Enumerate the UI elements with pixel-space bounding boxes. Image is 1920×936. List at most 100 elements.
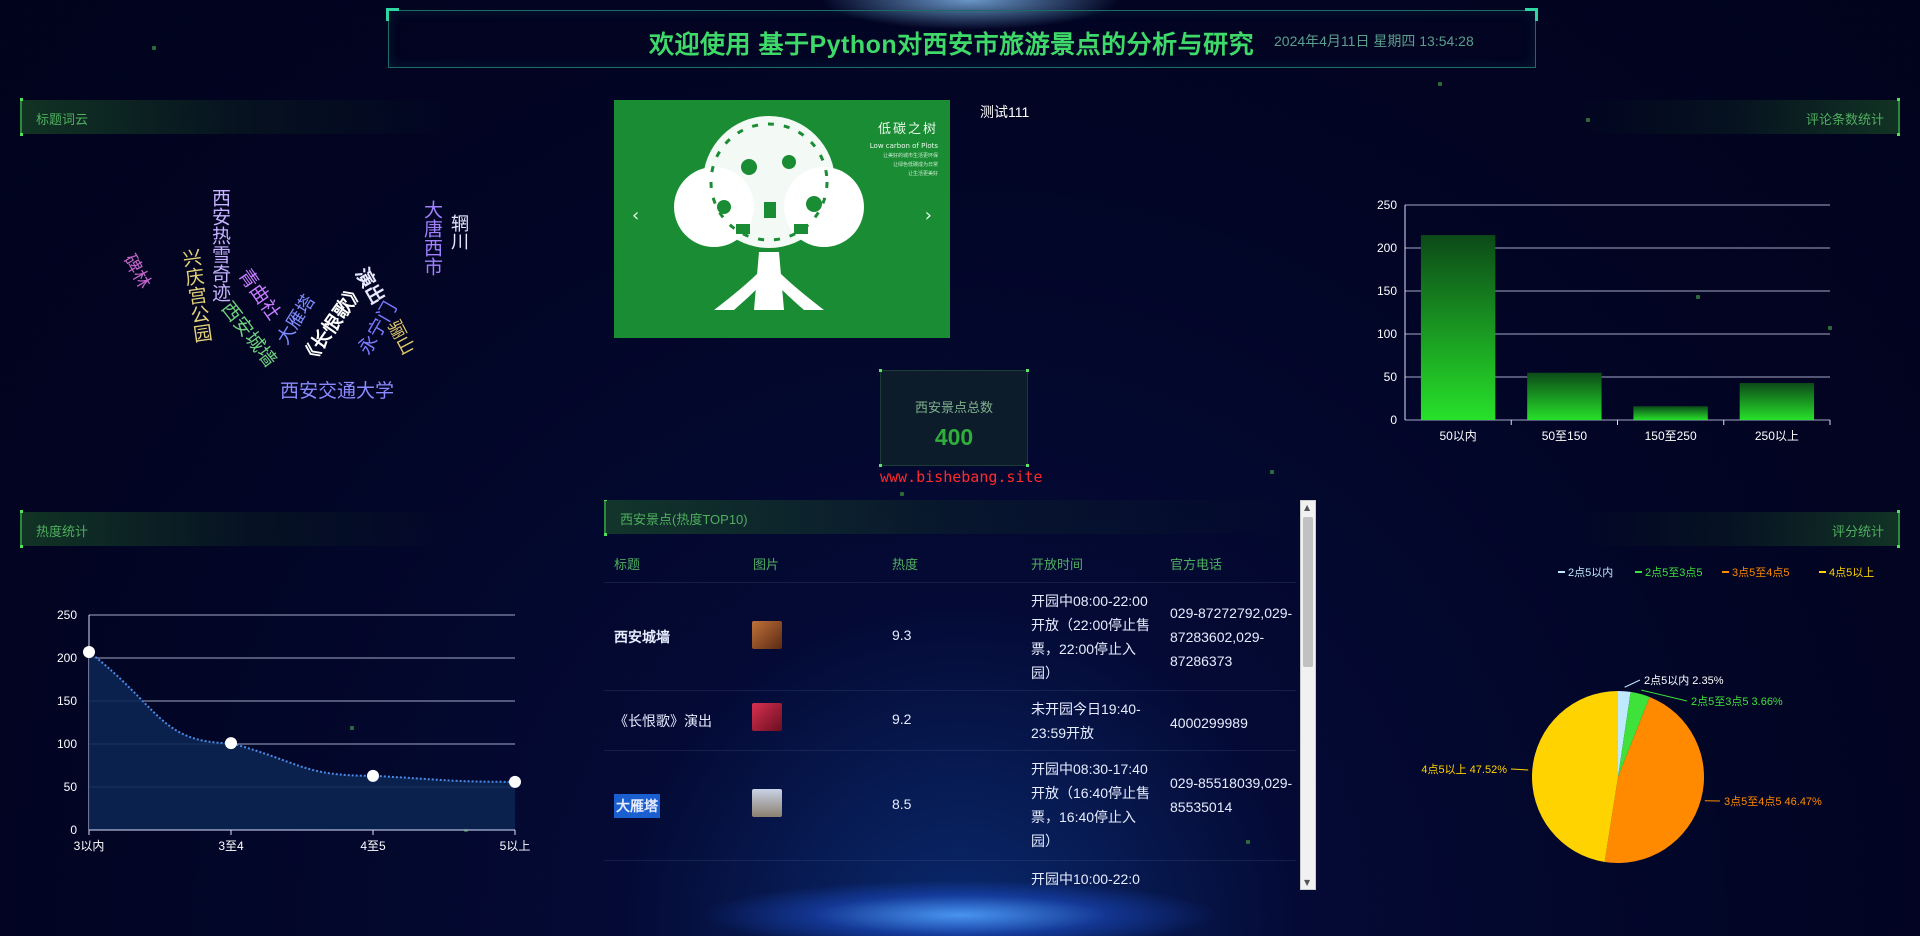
table-header-row: 标题 图片 热度 开放时间 官方电话 — [604, 548, 1296, 578]
cell-open-time: 开园中10:00-22:0 — [1031, 871, 1140, 887]
page-title: 欢迎使用 基于Python对西安市旅游景点的分析与研究 — [649, 31, 1255, 59]
rating-panel-title: 评分统计 — [1831, 524, 1884, 539]
tree-illustration — [674, 116, 864, 310]
header-datetime: 2024年4月11日 星期四 13:54:28 — [1274, 33, 1474, 49]
rating-panel-header: 评分统计 — [1570, 510, 1900, 548]
x-tick-label: 50至150 — [1542, 429, 1588, 443]
page-header: 欢迎使用 基于Python对西安市旅游景点的分析与研究 2024年4月11日 星… — [386, 8, 1538, 68]
carousel-caption-line: 让生活更美好 — [907, 171, 938, 177]
bar[interactable] — [1527, 372, 1602, 420]
cell-phone: 4000299989 — [1170, 715, 1248, 731]
image-carousel[interactable]: ‹ › 低碳之树 Low carbon of Plots 让美好的城市生活更环保… — [614, 100, 950, 338]
row-thumbnail[interactable] — [752, 789, 782, 817]
cloud-word: 西安热雪奇迹 — [209, 188, 230, 302]
pie-label: 4点5以上 47.52% — [1421, 763, 1507, 776]
total-count-label: 西安景点总数 — [914, 400, 993, 415]
carousel-prev-arrow[interactable]: ‹ — [632, 205, 639, 226]
cloud-word: 大唐西市 — [421, 200, 442, 276]
bar[interactable] — [1633, 406, 1708, 420]
bg-dot — [900, 492, 904, 496]
cell-heat: 9.3 — [892, 627, 912, 643]
cell-heat: 8.5 — [892, 796, 912, 812]
y-tick-label: 0 — [1390, 413, 1397, 427]
pie-label-line — [1624, 679, 1641, 688]
carousel-next-arrow[interactable]: › — [925, 205, 932, 226]
scroll-up-icon[interactable]: ▲ — [1304, 503, 1310, 512]
heat-panel-header: 热度统计 — [20, 510, 460, 548]
scroll-down-icon[interactable]: ▼ — [1304, 878, 1310, 887]
row-thumbnail[interactable] — [752, 703, 782, 731]
cell-open-time: 开园中08:30-17:40开放（16:40停止售票，16:40停止入园） — [1031, 761, 1151, 849]
word-cloud: 碑林 西安热雪奇迹 兴庆宫公园 青曲社 西安城墙 大雁塔 《长恨歌》 演出 永宁… — [100, 188, 520, 430]
bg-dot — [1438, 82, 1442, 86]
watermark-link[interactable]: www.bishebang.site — [880, 468, 1043, 486]
column-header-title: 标题 — [614, 557, 641, 572]
y-tick-label: 50 — [64, 780, 78, 794]
legend-label[interactable]: 2点5以内 — [1568, 565, 1613, 579]
y-tick-label: 100 — [57, 737, 77, 751]
heat-panel-title: 热度统计 — [36, 524, 89, 539]
column-header-image: 图片 — [753, 557, 780, 572]
bg-dot — [152, 46, 156, 50]
cloud-word: 碑林 — [119, 250, 155, 293]
cell-phone: 029-85518039,029-85535014 — [1170, 775, 1293, 815]
carousel-caption-line: 让绿色低碳成为日常 — [892, 162, 938, 168]
column-header-phone: 官方电话 — [1170, 557, 1223, 572]
table-row[interactable]: 大雁塔 8.5 开园中08:30-17:40开放（16:40停止售票，16:40… — [604, 750, 1296, 860]
table-row[interactable]: 西安城墙 9.3 开园中08:00-22:00开放（22:00停止售票，22:0… — [604, 582, 1296, 690]
line-point[interactable] — [509, 775, 521, 788]
table-scrollbar[interactable]: ▲ ▼ — [1300, 500, 1316, 890]
comments-bar-chart: 0 50 100 150 200 250 50以内 50至150 150至250 250以上 — [1377, 198, 1831, 443]
y-tick-label: 150 — [57, 694, 77, 708]
x-tick-label: 3以内 — [74, 839, 105, 853]
cell-title[interactable]: 《长恨歌》演出 — [614, 711, 712, 731]
cell-title-selected[interactable]: 大雁塔 — [614, 794, 660, 818]
legend-label[interactable]: 4点5以上 — [1829, 566, 1874, 579]
bar[interactable] — [1420, 235, 1496, 420]
cell-open-time: 未开园今日19:40-23:59开放 — [1031, 701, 1141, 741]
x-tick-label: 50以内 — [1439, 429, 1476, 443]
cloud-word: 辋川 — [449, 214, 469, 250]
pie-label-line — [1510, 768, 1529, 771]
rating-pie-chart: 2点5以内 2点5至3点5 3点5至4点5 4点5以上 2点5以内 2.35% 2点5至3… — [1421, 565, 1874, 863]
y-tick-label: 200 — [1377, 241, 1397, 255]
top10-panel-header: 西安景点(热度TOP10) — [604, 500, 1296, 536]
line-point[interactable] — [225, 737, 237, 750]
cell-title[interactable]: 西安城墙 — [614, 627, 670, 647]
pie-slice[interactable] — [1532, 691, 1618, 862]
total-count-card: 西安景点总数 400 — [879, 369, 1029, 467]
line-area — [89, 651, 515, 830]
cell-open-time: 开园中08:00-22:00开放（22:00停止售票，22:00停止入园） — [1031, 593, 1151, 681]
wordcloud-panel-header: 标题词云 — [20, 98, 460, 136]
x-tick-label: 4至5 — [360, 839, 386, 853]
top10-panel-title: 西安景点(热度TOP10) — [620, 512, 748, 527]
carousel-subheading: Low carbon of Plots — [869, 142, 938, 150]
y-tick-label: 250 — [57, 608, 77, 622]
bar[interactable] — [1739, 383, 1815, 420]
line-point[interactable] — [367, 769, 379, 782]
y-tick-label: 0 — [70, 823, 77, 837]
x-tick-label: 250以上 — [1755, 429, 1799, 443]
y-tick-label: 100 — [1377, 327, 1397, 341]
column-header-open-time: 开放时间 — [1031, 557, 1084, 572]
total-count-value: 400 — [934, 424, 974, 450]
legend-label[interactable]: 2点5至3点5 — [1645, 566, 1702, 579]
legend-label[interactable]: 3点5至4点5 — [1732, 566, 1789, 579]
pie-label: 3点5至4点5 46.47% — [1724, 795, 1822, 808]
comments-panel-title: 评论条数统计 — [1805, 112, 1884, 127]
heat-line-chart: 0 50 100 150 200 250 3以内 3至4 4至5 5以上 — [57, 608, 531, 853]
line-point[interactable] — [83, 645, 95, 658]
table-row[interactable]: 《长恨歌》演出 9.2 未开园今日19:40-23:59开放 400029998… — [604, 690, 1296, 750]
carousel-caption-line: 让美好的城市生活更环保 — [882, 153, 938, 159]
scrollbar-thumb[interactable] — [1303, 517, 1313, 667]
row-thumbnail[interactable] — [752, 621, 782, 649]
y-tick-label: 150 — [1377, 284, 1397, 298]
carousel-caption: 低碳之树 Low carbon of Plots 让美好的城市生活更环保 让绿色… — [870, 118, 938, 177]
table-row[interactable]: 开园中10:00-22:0 — [604, 860, 1296, 888]
x-tick-label: 3至4 — [218, 839, 244, 853]
top10-table: 西安景点(热度TOP10) 标题 图片 热度 开放时间 官方电话 西安城墙 9.… — [604, 500, 1316, 888]
column-header-heat: 热度 — [892, 557, 919, 572]
x-tick-label: 5以上 — [500, 839, 531, 853]
pie-label: 2点5以内 2.35% — [1644, 673, 1724, 687]
y-tick-label: 250 — [1377, 198, 1397, 212]
